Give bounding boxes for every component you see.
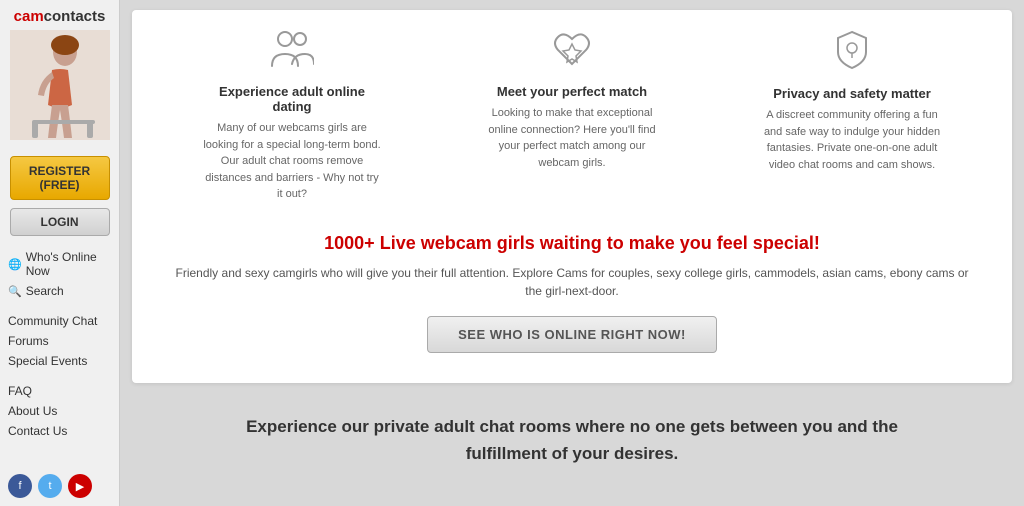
sidebar-item-community-chat[interactable]: Community Chat: [8, 312, 111, 330]
adult-dating-desc: Many of our webcams girls are looking fo…: [202, 120, 382, 203]
sidebar-item-forums[interactable]: Forums: [8, 332, 111, 350]
login-button[interactable]: LOGIN: [10, 208, 110, 236]
logo-image: [10, 30, 110, 140]
perfect-match-desc: Looking to make that exceptional online …: [482, 105, 662, 171]
sidebar-item-contact-us[interactable]: Contact Us: [8, 422, 111, 440]
globe-icon: 🌐: [8, 258, 22, 271]
feature-perfect-match: Meet your perfect match Looking to make …: [472, 30, 672, 203]
feature-adult-dating: Experience adult online dating Many of o…: [192, 30, 392, 203]
sidebar-nav: 🌐 Who's Online Now 🔍 Search Community Ch…: [0, 244, 119, 444]
privacy-safety-title: Privacy and safety matter: [762, 86, 942, 101]
cta-headline: 1000+ Live webcam girls waiting to make …: [172, 233, 972, 254]
adult-dating-icon: [202, 30, 382, 76]
main-content: Experience adult online dating Many of o…: [120, 0, 1024, 506]
white-card: Experience adult online dating Many of o…: [132, 10, 1012, 383]
sidebar-item-special-events[interactable]: Special Events: [8, 352, 111, 370]
cta-subtext: Friendly and sexy camgirls who will give…: [172, 264, 972, 300]
sidebar-item-whos-online[interactable]: 🌐 Who's Online Now: [8, 248, 111, 280]
sidebar-item-search[interactable]: 🔍 Search: [8, 282, 111, 300]
woman-silhouette: [10, 30, 110, 140]
twitter-icon[interactable]: t: [38, 474, 62, 498]
register-button[interactable]: REGISTER (FREE): [10, 156, 110, 200]
search-icon: 🔍: [8, 285, 22, 298]
youtube-icon[interactable]: ▶: [68, 474, 92, 498]
features-row: Experience adult online dating Many of o…: [152, 30, 992, 203]
logo-contacts: contacts: [44, 8, 106, 25]
footer-logo: camcontacts: [132, 487, 1012, 506]
privacy-safety-icon: [762, 30, 942, 78]
perfect-match-title: Meet your perfect match: [482, 84, 662, 99]
perfect-match-icon: [482, 30, 662, 76]
sidebar-item-about-us[interactable]: About Us: [8, 402, 111, 420]
sidebar: camcontacts REGI: [0, 0, 120, 506]
bottom-headline: Experience our private adult chat rooms …: [212, 413, 932, 467]
privacy-safety-desc: A discreet community offering a fun and …: [762, 107, 942, 173]
facebook-icon[interactable]: f: [8, 474, 32, 498]
cta-section: 1000+ Live webcam girls waiting to make …: [152, 223, 992, 363]
sidebar-social: f t ▶: [0, 466, 119, 506]
see-who-online-button[interactable]: SEE WHO IS ONLINE RIGHT NOW!: [427, 316, 717, 353]
bottom-section: Experience our private adult chat rooms …: [132, 393, 1012, 487]
sidebar-item-faq[interactable]: FAQ: [8, 382, 111, 400]
logo-area: camcontacts: [0, 0, 119, 148]
logo: camcontacts: [14, 8, 106, 26]
logo-cam: cam: [14, 8, 44, 25]
adult-dating-title: Experience adult online dating: [202, 84, 382, 114]
feature-privacy-safety: Privacy and safety matter A discreet com…: [752, 30, 952, 203]
